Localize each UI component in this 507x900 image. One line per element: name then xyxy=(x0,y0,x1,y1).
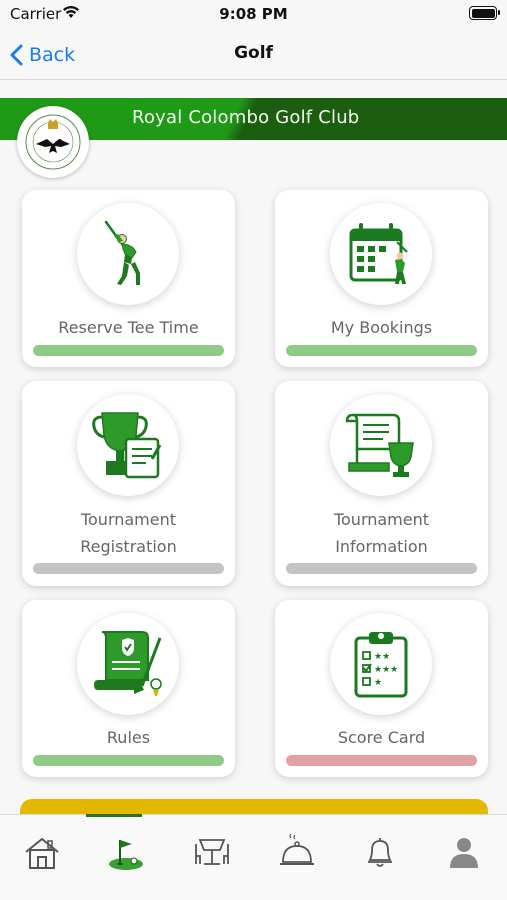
scroll-trophy-icon xyxy=(330,394,432,496)
tile-label: Tournament Information xyxy=(333,510,430,556)
tile-accent-bar xyxy=(33,345,224,356)
user-icon xyxy=(450,838,478,868)
tab-profile[interactable] xyxy=(444,833,484,873)
svg-text:★★: ★★ xyxy=(374,652,390,662)
page-title: Golf xyxy=(234,43,273,63)
tab-dining[interactable] xyxy=(192,833,232,873)
my-bookings-tile[interactable]: My Bookings xyxy=(275,190,488,367)
tile-accent-bar xyxy=(33,755,224,766)
tile-accent-bar xyxy=(286,755,477,766)
club-logo xyxy=(17,106,89,178)
trophy-form-icon xyxy=(77,394,179,496)
tournament-registration-tile[interactable]: Tournament Registration xyxy=(22,381,235,586)
battery-icon xyxy=(469,6,500,20)
tab-notifications[interactable] xyxy=(360,833,400,873)
home-icon xyxy=(25,837,59,869)
svg-text:★★★: ★★★ xyxy=(374,665,398,675)
tile-accent-bar xyxy=(33,563,224,574)
tab-golf[interactable] xyxy=(106,833,146,873)
tab-room-service[interactable] xyxy=(277,833,317,873)
status-bar: Carrier 9:08 PM xyxy=(0,0,507,30)
tile-accent-bar xyxy=(286,345,477,356)
reserve-tee-time-tile[interactable]: Reserve Tee Time xyxy=(22,190,235,367)
tile-label: Tournament Registration xyxy=(80,510,177,556)
bell-icon xyxy=(368,838,392,867)
status-time: 9:08 PM xyxy=(219,5,288,23)
scroll-golf-club-icon xyxy=(77,613,179,715)
club-name: Royal Colombo Golf Club xyxy=(132,107,360,128)
tab-bar xyxy=(0,814,507,900)
golf-flag-icon xyxy=(109,840,143,870)
tile-label: My Bookings xyxy=(330,318,433,337)
navigation-bar: Back Golf xyxy=(0,30,507,80)
room-service-icon xyxy=(280,834,314,865)
score-card-tile[interactable]: ★★ ★★★ ★ Score Card xyxy=(275,600,488,777)
dining-icon xyxy=(195,839,229,865)
tile-label: Reserve Tee Time xyxy=(58,318,199,337)
active-tab-indicator xyxy=(86,814,142,817)
svg-text:★: ★ xyxy=(374,678,382,688)
rules-tile[interactable]: Rules xyxy=(22,600,235,777)
tournament-information-tile[interactable]: Tournament Information xyxy=(275,381,488,586)
clipboard-stars-icon: ★★ ★★★ ★ xyxy=(330,613,432,715)
calendar-golfer-icon xyxy=(330,203,432,305)
tile-accent-bar xyxy=(286,563,477,574)
tile-label: Score Card xyxy=(337,728,426,747)
tile-label: Rules xyxy=(106,728,151,747)
golfer-swing-icon xyxy=(77,203,179,305)
tab-home[interactable] xyxy=(22,833,62,873)
